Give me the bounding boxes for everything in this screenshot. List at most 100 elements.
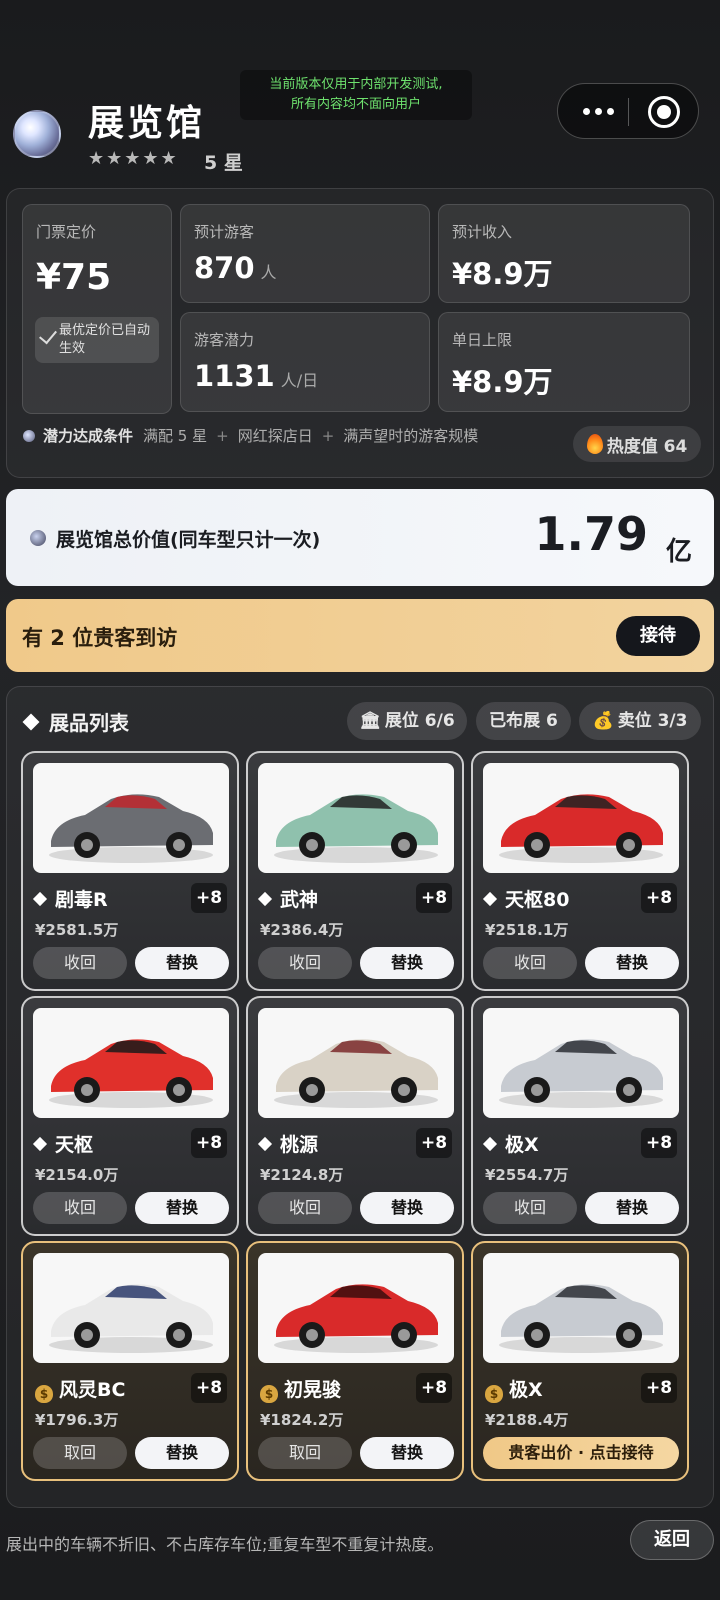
replace-button[interactable]: 替换 bbox=[585, 947, 679, 979]
visitors-unit: 人 bbox=[260, 263, 277, 282]
check-icon bbox=[39, 325, 57, 345]
money-bag-icon: $ bbox=[485, 1385, 503, 1403]
withdraw-button[interactable]: 收回 bbox=[33, 1192, 127, 1224]
condition-2: 网红探店日 bbox=[237, 427, 313, 445]
exhibit-card[interactable]: 剧毒R +8 ¥2581.5万 收回 替换 bbox=[21, 751, 239, 991]
vip-guest-text: 有 2 位贵客到访 bbox=[22, 626, 178, 650]
money-bag-icon: $ bbox=[260, 1385, 278, 1403]
slots-chip: 🏛 展位 6/6 bbox=[347, 702, 467, 740]
car-price: ¥2554.7万 bbox=[485, 1166, 569, 1184]
car-name-text: 天枢 bbox=[55, 1134, 94, 1156]
car-name-text: 初晃骏 bbox=[284, 1379, 342, 1401]
condition-3: 满声望时的游客规模 bbox=[343, 427, 479, 445]
exhibit-card[interactable]: $ 初晃骏 +8 ¥1824.2万 取回 替换 bbox=[246, 1241, 464, 1481]
diamond-icon bbox=[257, 1136, 273, 1152]
ticket-price-card[interactable]: 门票定价 ¥75 最优定价已自动生效 bbox=[22, 204, 172, 414]
receive-guest-button[interactable]: 接待 bbox=[616, 616, 700, 656]
exhibit-card[interactable]: $ 风灵BC +8 ¥1796.3万 取回 替换 bbox=[21, 1241, 239, 1481]
withdraw-button[interactable]: 收回 bbox=[258, 1192, 352, 1224]
car-image bbox=[33, 1253, 229, 1363]
withdraw-button[interactable]: 收回 bbox=[258, 947, 352, 979]
replace-button[interactable]: 替换 bbox=[360, 1437, 454, 1469]
exhibit-card[interactable]: 天枢80 +8 ¥2518.1万 收回 替换 bbox=[471, 751, 689, 991]
exhibit-card[interactable]: $ 极X +8 ¥2188.4万贵客出价 · 点击接待 bbox=[471, 1241, 689, 1481]
dev-notice-line1: 当前版本仅用于内部开发测试, bbox=[269, 77, 443, 92]
replace-button[interactable]: 替换 bbox=[135, 947, 229, 979]
car-icon bbox=[274, 794, 438, 863]
diamond-icon bbox=[22, 713, 40, 731]
car-image bbox=[483, 1008, 679, 1118]
car-price: ¥2518.1万 bbox=[485, 921, 569, 939]
car-name: $ 初晃骏 bbox=[260, 1375, 341, 1403]
car-name: 极X bbox=[482, 1130, 539, 1157]
exhibit-card[interactable]: 极X +8 ¥2554.7万 收回 替换 bbox=[471, 996, 689, 1236]
heat-bonus-badge: +8 bbox=[641, 1373, 677, 1403]
capsule-divider bbox=[628, 98, 629, 126]
car-icon bbox=[274, 1284, 438, 1353]
conditions-title: 潜力达成条件 bbox=[43, 427, 134, 445]
more-dots-icon[interactable] bbox=[578, 94, 618, 128]
star-level-text: 5 星 bbox=[204, 152, 243, 174]
daily-limit-card: 单日上限 ¥8.9万 bbox=[438, 312, 690, 412]
visitors-card: 预计游客 870 人 bbox=[180, 204, 430, 303]
exhibit-list-panel: 展品列表 🏛 展位 6/6 已布展 6 💰 卖位 3/3 剧毒R +8 ¥2581.5万… bbox=[6, 686, 714, 1508]
potential-value-row: 1131 人/日 bbox=[194, 359, 318, 393]
plus-sign: + bbox=[321, 426, 335, 445]
vip-guest-bar: 有 2 位贵客到访 接待 bbox=[6, 599, 714, 672]
car-price: ¥2188.4万 bbox=[485, 1411, 569, 1429]
money-bag-icon: $ bbox=[35, 1385, 53, 1403]
car-name: $ 极X bbox=[485, 1375, 543, 1403]
museum-icon: 🏛 bbox=[359, 711, 381, 731]
close-target-icon[interactable] bbox=[648, 96, 680, 128]
exhibit-card[interactable]: 桃源 +8 ¥2124.8万 收回 替换 bbox=[246, 996, 464, 1236]
visitors-value: 870 bbox=[194, 251, 255, 285]
car-name-text: 极X bbox=[505, 1134, 539, 1156]
exhibit-card[interactable]: 武神 +8 ¥2386.4万收回 替换 bbox=[246, 751, 464, 991]
car-name: 剧毒R bbox=[32, 885, 108, 912]
exhibit-card[interactable]: 天枢 +8 ¥2154.0万 收回 替换 bbox=[21, 996, 239, 1236]
stats-panel: 门票定价 ¥75 最优定价已自动生效 预计游客 870 人 预计收入 ¥8.9万 … bbox=[6, 188, 714, 478]
diamond-icon bbox=[32, 1136, 48, 1152]
car-icon bbox=[499, 794, 663, 863]
fire-icon bbox=[586, 434, 603, 454]
total-value-label: 展览馆总价值(同车型只计一次) bbox=[56, 529, 321, 551]
car-name: 桃源 bbox=[257, 1130, 318, 1157]
page-title: 展览馆 bbox=[88, 103, 206, 144]
withdraw-button[interactable]: 收回 bbox=[483, 1192, 577, 1224]
withdraw-button[interactable]: 收回 bbox=[33, 947, 127, 979]
car-icon bbox=[49, 1039, 213, 1108]
exhibit-list-title: 展品列表 bbox=[49, 711, 129, 735]
replace-button[interactable]: 替换 bbox=[585, 1192, 679, 1224]
potential-card: 游客潜力 1131 人/日 bbox=[180, 312, 430, 412]
car-price: ¥2386.4万 bbox=[260, 921, 344, 939]
replace-button[interactable]: 替换 bbox=[360, 1192, 454, 1224]
car-name-text: 武神 bbox=[280, 889, 319, 911]
ticket-price-label: 门票定价 bbox=[36, 223, 97, 241]
replace-button[interactable]: 替换 bbox=[360, 947, 454, 979]
potential-value: 1131 bbox=[194, 359, 275, 393]
car-name: 武神 bbox=[257, 885, 319, 912]
potential-label: 游客潜力 bbox=[194, 331, 255, 349]
car-name: 天枢 bbox=[32, 1130, 94, 1157]
sale-chip: 💰 卖位 3/3 bbox=[579, 702, 701, 740]
visitors-value-row: 870 人 bbox=[194, 251, 277, 285]
withdraw-button[interactable]: 取回 bbox=[33, 1437, 127, 1469]
star-rating: ★★★★★ bbox=[88, 148, 179, 169]
total-value-card: 展览馆总价值(同车型只计一次) 1.79 亿 bbox=[6, 489, 714, 586]
heat-bonus-badge: +8 bbox=[416, 883, 452, 913]
revenue-label: 预计收入 bbox=[452, 223, 513, 241]
car-icon bbox=[49, 1284, 213, 1353]
exhibit-grid: 剧毒R +8 ¥2581.5万 收回 替换 武神 +8 ¥2386.4万 收回 替换 天枢80 +8 ¥… bbox=[21, 751, 701, 1497]
back-button[interactable]: 返回 bbox=[630, 1520, 714, 1560]
heat-bonus-badge: +8 bbox=[416, 1128, 452, 1158]
car-name-text: 风灵BC bbox=[59, 1379, 126, 1401]
diamond-icon bbox=[32, 891, 48, 907]
withdraw-button[interactable]: 收回 bbox=[483, 947, 577, 979]
withdraw-button[interactable]: 取回 bbox=[258, 1437, 352, 1469]
replace-button[interactable]: 替换 bbox=[135, 1192, 229, 1224]
car-price: ¥1796.3万 bbox=[35, 1411, 119, 1429]
replace-button[interactable]: 替换 bbox=[135, 1437, 229, 1469]
vip-offer-button[interactable]: 贵客出价 · 点击接待 bbox=[483, 1437, 679, 1469]
potential-conditions: 潜力达成条件 满配 5 星 + 网红探店日 + 满声望时的游客规模 bbox=[23, 425, 478, 446]
car-price: ¥1824.2万 bbox=[260, 1411, 344, 1429]
